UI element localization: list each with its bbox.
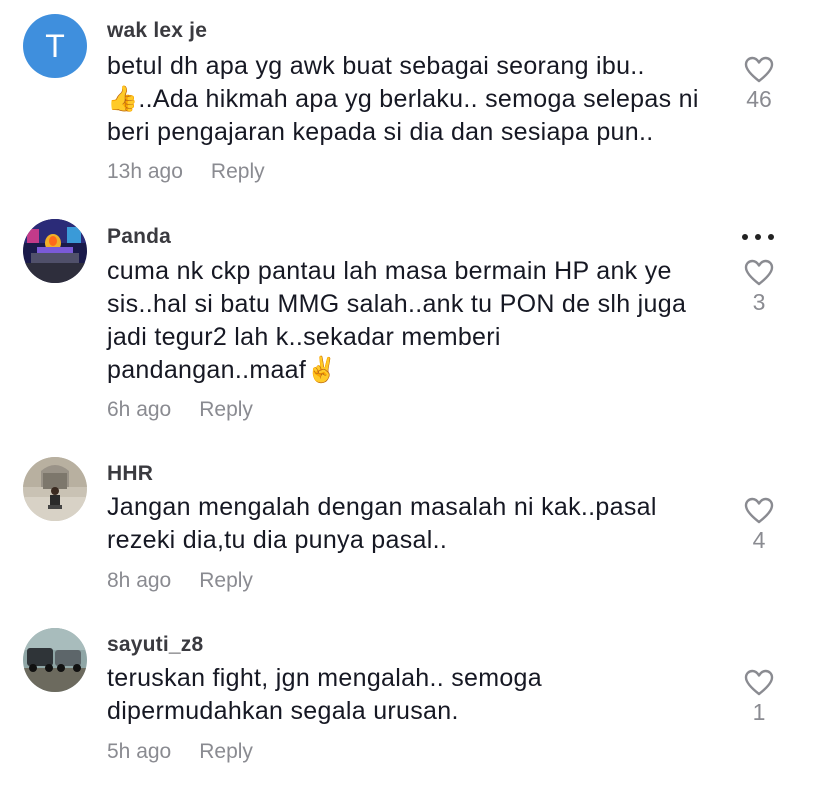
like-button[interactable]: 4 — [736, 497, 782, 554]
reply-button[interactable]: Reply — [199, 740, 253, 763]
heart-outline-icon — [744, 669, 774, 696]
comment-meta: 6h ago Reply — [107, 398, 253, 422]
comment-timestamp: 8h ago — [107, 569, 172, 592]
avatar-image — [23, 219, 87, 283]
like-button[interactable]: 3 — [736, 259, 782, 316]
like-count: 1 — [752, 699, 766, 725]
heart-outline-icon — [744, 497, 774, 524]
comment-meta: 8h ago Reply — [107, 569, 253, 593]
like-count: 3 — [752, 289, 766, 315]
avatar[interactable]: T — [23, 14, 87, 78]
comment-username[interactable]: HHR — [107, 462, 153, 486]
comment-timestamp: 5h ago — [107, 740, 172, 763]
avatar[interactable] — [23, 628, 87, 692]
heart-outline-icon — [744, 259, 774, 286]
avatar-image — [23, 628, 87, 692]
reply-button[interactable]: Reply — [211, 160, 265, 183]
comment-text: Jangan mengalah dengan masalah ni kak..p… — [107, 493, 657, 554]
like-count: 4 — [752, 527, 766, 553]
comment-text: teruskan fight, jgn mengalah.. semoga di… — [107, 664, 542, 725]
like-button[interactable]: 46 — [736, 56, 782, 113]
reply-button[interactable]: Reply — [199, 398, 253, 421]
avatar-letter: T — [45, 28, 65, 64]
avatar[interactable] — [23, 457, 87, 521]
comment-text: cuma nk ckp pantau lah masa bermain HP a… — [107, 257, 687, 384]
like-button[interactable]: 1 — [736, 669, 782, 726]
avatar-image — [23, 457, 87, 521]
comment-meta: 13h ago Reply — [107, 160, 265, 184]
more-options-button[interactable] — [740, 232, 776, 244]
comment-username[interactable]: sayuti_z8 — [107, 633, 203, 657]
comment-timestamp: 13h ago — [107, 160, 183, 183]
reply-button[interactable]: Reply — [199, 569, 253, 592]
more-dot — [768, 234, 774, 240]
comment-meta: 5h ago Reply — [107, 740, 253, 764]
heart-outline-icon — [744, 56, 774, 83]
comment-username[interactable]: wak lex je — [107, 19, 207, 43]
more-dot — [755, 234, 761, 240]
like-count: 46 — [746, 86, 772, 112]
comment-text: betul dh apa yg awk buat sebagai seorang… — [107, 52, 699, 146]
comment-timestamp: 6h ago — [107, 398, 172, 421]
avatar[interactable] — [23, 219, 87, 283]
more-dots-icon — [742, 234, 748, 240]
comment-username[interactable]: Panda — [107, 225, 171, 249]
